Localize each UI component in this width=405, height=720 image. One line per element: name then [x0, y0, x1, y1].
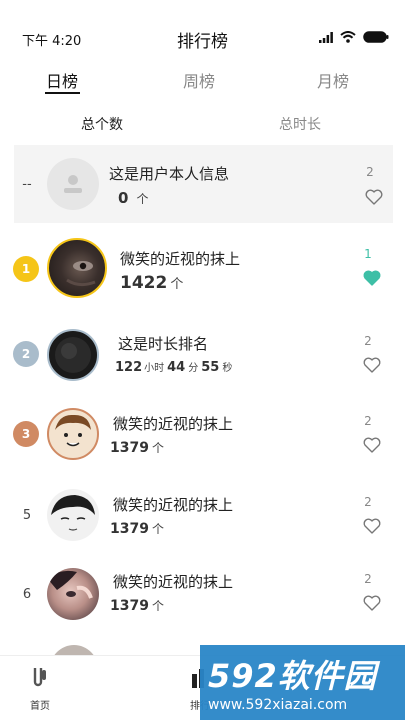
watermark-url: www.592xiazai.com — [208, 697, 348, 713]
count-value: 1379 — [110, 440, 149, 456]
count-unit: 个 — [136, 192, 149, 206]
subtab-total-count[interactable]: 总个数 — [62, 114, 142, 134]
selfie-photo — [47, 570, 93, 599]
user-count: 1379 个 — [110, 439, 168, 456]
heart-outline-icon[interactable] — [363, 437, 381, 453]
heart-outline-icon[interactable] — [365, 189, 383, 205]
rank-number: 5 — [22, 508, 32, 523]
user-name: 这是时长排名 — [118, 335, 209, 353]
heart-outline-icon[interactable] — [363, 595, 381, 611]
user-count: 1379 个 — [110, 597, 168, 614]
like-count: 2 — [364, 495, 372, 509]
minutes-unit: 分 — [188, 363, 199, 374]
count-value: 1379 — [110, 521, 149, 537]
hours-value: 122 — [115, 360, 143, 375]
page-title: 排行榜 — [177, 32, 228, 52]
rank-badge-silver: 2 — [13, 341, 39, 367]
seconds-unit: 秒 — [222, 363, 233, 374]
period-tabs: 日榜 周榜 月榜 — [0, 64, 405, 100]
watermark-overlay: 592软件园 www.592xiazai.com — [200, 645, 405, 720]
count-unit: 个 — [151, 522, 164, 536]
user-name: 微笑的近视的抹上 — [113, 496, 234, 514]
seconds-value: 55 — [201, 360, 220, 375]
count-value: 1379 — [110, 598, 149, 614]
rank-row[interactable]: 2 这是时长排名 122 小时 44 分 55 秒 2 — [0, 315, 405, 395]
rank-number: -- — [22, 177, 32, 192]
tab-daily[interactable]: 日榜 — [32, 68, 92, 92]
rank-badge-bronze: 3 — [13, 421, 39, 447]
active-tab-indicator — [45, 92, 80, 94]
rank-row[interactable]: 1 微笑的近视的抹上 1422 个 1 — [0, 230, 405, 310]
like-count: 2 — [364, 414, 372, 428]
rank-badge-gold: 1 — [13, 256, 39, 282]
nav-home-label: 首页 — [30, 701, 50, 712]
like-count: 2 — [366, 165, 374, 179]
avatar — [47, 568, 99, 620]
rank-row[interactable]: 3 微笑的近视的抹上 1379 个 2 — [0, 395, 405, 475]
rank-row[interactable]: 5 微笑的近视的抹上 1379 个 2 — [0, 476, 405, 556]
eye-photo — [66, 261, 96, 287]
heart-filled-icon[interactable] — [363, 270, 381, 286]
minutes-value: 44 — [167, 360, 186, 375]
sketch-face — [51, 495, 95, 531]
cartoon-face — [55, 414, 91, 447]
like-count: 2 — [364, 334, 372, 348]
avatar-placeholder — [47, 158, 99, 210]
count-value: 0 — [118, 189, 129, 207]
like-count: 2 — [364, 572, 372, 586]
user-name: 微笑的近视的抹上 — [113, 415, 234, 433]
texture-photo — [55, 337, 91, 373]
subtab-total-duration[interactable]: 总时长 — [260, 114, 340, 134]
count-value: 1422 — [120, 273, 168, 293]
user-name: 这是用户本人信息 — [109, 165, 230, 183]
count-unit: 个 — [151, 599, 164, 613]
count-unit: 个 — [151, 441, 164, 455]
user-name: 微笑的近视的抹上 — [120, 250, 241, 268]
tab-monthly[interactable]: 月榜 — [303, 68, 363, 92]
hours-unit: 小时 — [144, 363, 165, 374]
avatar — [47, 408, 99, 460]
metric-tabs: 总个数 总时长 — [0, 114, 405, 138]
like-count: 1 — [364, 247, 372, 261]
heart-outline-icon[interactable] — [363, 518, 381, 534]
nav-home[interactable]: 首页 — [10, 666, 70, 712]
watermark-title: 592软件园 — [208, 657, 377, 695]
avatar — [47, 238, 107, 298]
heart-outline-icon[interactable] — [363, 357, 381, 373]
user-icon — [64, 175, 82, 193]
rank-row[interactable]: 6 微笑的近视的抹上 1379 个 2 — [0, 555, 405, 635]
avatar — [47, 489, 99, 541]
user-duration: 122 小时 44 分 55 秒 — [115, 359, 232, 375]
count-unit: 个 — [170, 277, 184, 292]
user-name: 微笑的近视的抹上 — [113, 573, 234, 591]
user-count: 1422 个 — [120, 273, 187, 293]
rank-number: 6 — [22, 587, 32, 602]
home-icon — [33, 668, 46, 687]
tab-weekly[interactable]: 周榜 — [169, 68, 229, 92]
self-rank-row[interactable]: -- 这是用户本人信息 0个 2 — [14, 145, 393, 223]
avatar — [47, 329, 99, 381]
user-count: 0个 — [118, 189, 152, 207]
user-count: 1379 个 — [110, 520, 168, 537]
